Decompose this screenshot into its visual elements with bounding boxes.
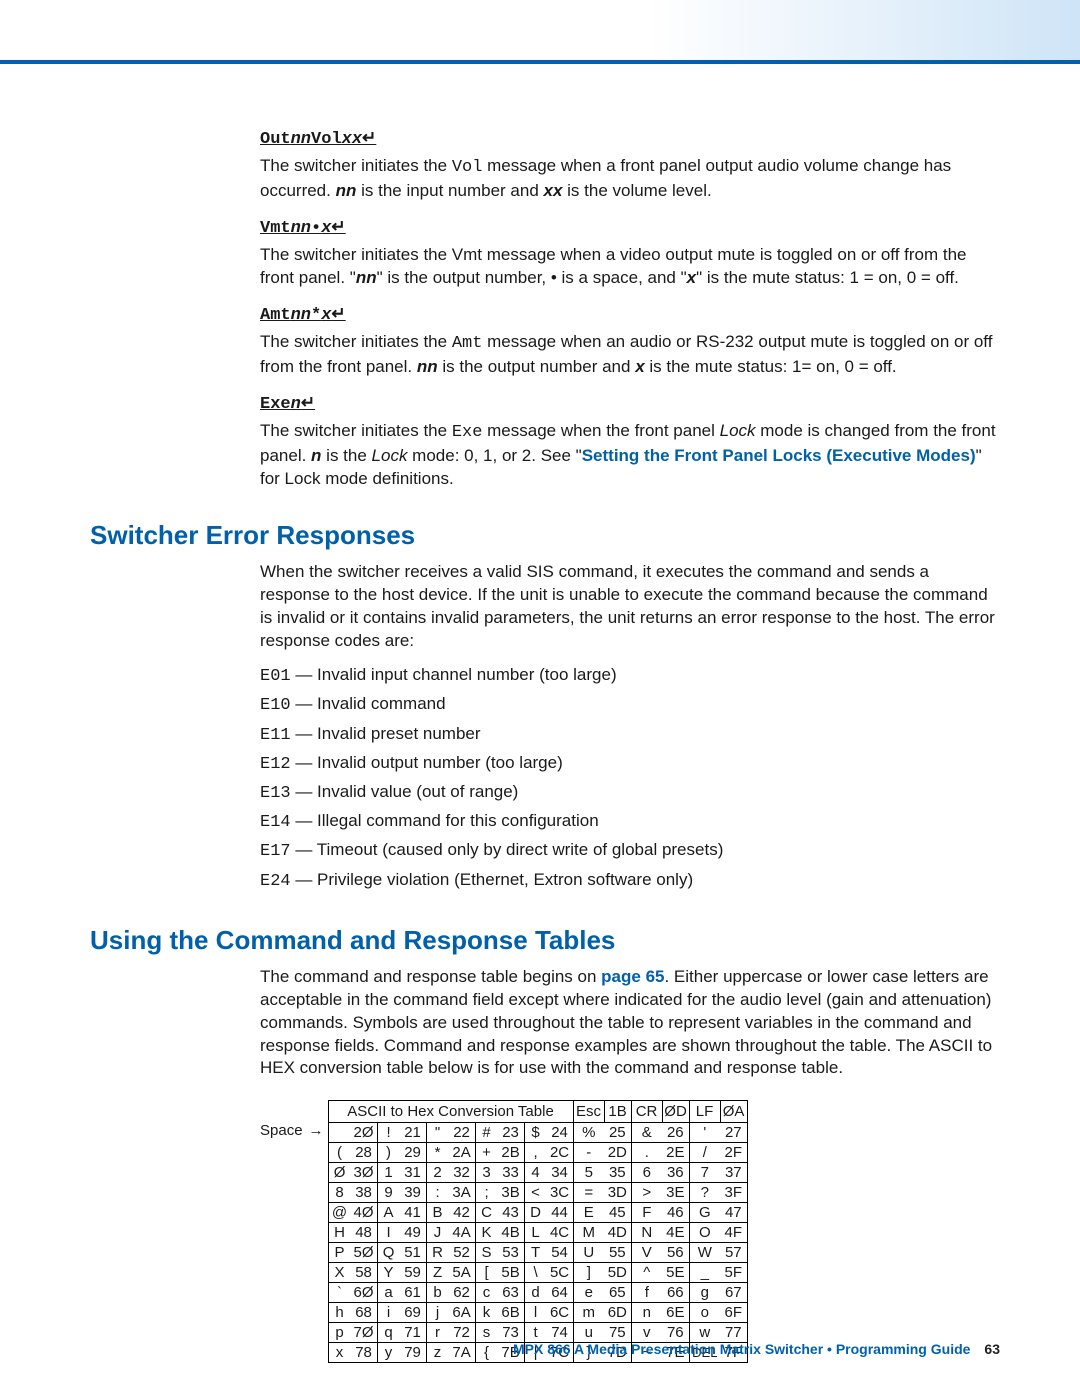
link-page-65[interactable]: page 65 xyxy=(601,967,664,986)
space-label: Space xyxy=(260,1100,303,1139)
heading-cmd-tables: Using the Command and Response Tables xyxy=(90,925,1000,956)
error-list: E01 — Invalid input channel number (too … xyxy=(260,661,1000,895)
error-item: E11 — Invalid preset number xyxy=(260,720,1000,749)
error-item: E17 — Timeout (caused only by direct wri… xyxy=(260,836,1000,865)
page-footer: MPX 866 A Media Presentation Matrix Swit… xyxy=(513,1341,1000,1357)
cmd-vmt: Vmtnn•x↵ xyxy=(260,217,1000,238)
ascii-hex-table: ASCII to Hex Conversion TableEsc1BCRØDLF… xyxy=(328,1100,748,1363)
cmd-amt: Amtnn*x↵ xyxy=(260,304,1000,325)
error-item: E13 — Invalid value (out of range) xyxy=(260,778,1000,807)
cmd-outvol: OutnnVolxx↵ xyxy=(260,128,1000,149)
header-gradient xyxy=(0,0,1080,60)
error-item: E12 — Invalid output number (too large) xyxy=(260,749,1000,778)
para-vmt: The switcher initiates the Vmt message w… xyxy=(260,244,1000,290)
link-exec-modes[interactable]: Setting the Front Panel Locks (Executive… xyxy=(582,446,976,465)
para-error-intro: When the switcher receives a valid SIS c… xyxy=(260,561,1000,653)
ascii-table-wrap: Space → ASCII to Hex Conversion TableEsc… xyxy=(260,1100,1000,1363)
para-cmd-tables: The command and response table begins on… xyxy=(260,966,1000,1081)
para-exe: The switcher initiates the Exe message w… xyxy=(260,420,1000,491)
heading-error-responses: Switcher Error Responses xyxy=(90,520,1000,551)
arrow-icon: → xyxy=(309,1100,324,1139)
error-item: E24 — Privilege violation (Ethernet, Ext… xyxy=(260,866,1000,895)
para-amt: The switcher initiates the Amt message w… xyxy=(260,331,1000,379)
error-item: E10 — Invalid command xyxy=(260,690,1000,719)
error-item: E01 — Invalid input channel number (too … xyxy=(260,661,1000,690)
para-outvol: The switcher initiates the Vol message w… xyxy=(260,155,1000,203)
cmd-exe: Exen↵ xyxy=(260,393,1000,414)
error-item: E14 — Illegal command for this configura… xyxy=(260,807,1000,836)
